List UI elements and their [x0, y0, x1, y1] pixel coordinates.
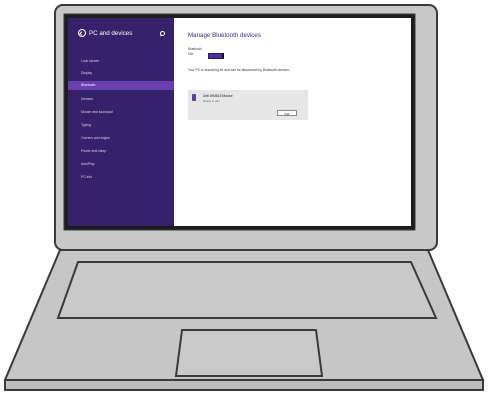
- toggle-knob: [221, 53, 224, 59]
- sidebar-title: PC and devices: [89, 29, 133, 37]
- bluetooth-toggle[interactable]: [208, 53, 224, 59]
- mouse-icon: [192, 94, 196, 101]
- sidebar-item-bluetooth[interactable]: Bluetooth: [68, 81, 174, 90]
- search-icon[interactable]: [160, 31, 165, 36]
- bluetooth-state: On: [188, 52, 194, 56]
- bluetooth-label: Bluetooth: [188, 47, 202, 51]
- sidebar-item-corners-edges[interactable]: Corners and edges: [68, 134, 174, 143]
- bluetooth-description: Your PC is searching for and can be disc…: [188, 68, 290, 72]
- keyboard-area: [56, 261, 438, 319]
- screen-display: PC and devices Lock screen Display Bluet…: [68, 18, 411, 226]
- page-title: Manage Bluetooth devices: [188, 32, 261, 39]
- sidebar-item-mouse-touchpad[interactable]: Mouse and touchpad: [68, 108, 174, 117]
- sidebar-item-pc-info[interactable]: PC info: [68, 173, 174, 182]
- settings-sidebar: PC and devices Lock screen Display Bluet…: [68, 18, 174, 226]
- sidebar-item-devices[interactable]: Devices: [68, 95, 174, 104]
- pair-button[interactable]: Pair: [277, 110, 297, 116]
- sidebar-item-autoplay[interactable]: AutoPlay: [68, 160, 174, 169]
- sidebar-item-lock-screen[interactable]: Lock screen: [68, 57, 174, 66]
- laptop-front-edge: [4, 379, 484, 391]
- touchpad: [174, 329, 324, 377]
- device-name: Dell WM615 Mouse: [203, 94, 233, 98]
- sidebar-item-display[interactable]: Display: [68, 69, 174, 78]
- sidebar-item-typing[interactable]: Typing: [68, 121, 174, 130]
- sidebar-item-power-sleep[interactable]: Power and sleep: [68, 147, 174, 156]
- device-list-item[interactable]: Dell WM615 Mouse Ready to pair Pair: [188, 90, 308, 120]
- back-arrow-icon[interactable]: [78, 29, 86, 37]
- sidebar-header: PC and devices: [78, 29, 132, 37]
- device-status: Ready to pair: [203, 99, 220, 103]
